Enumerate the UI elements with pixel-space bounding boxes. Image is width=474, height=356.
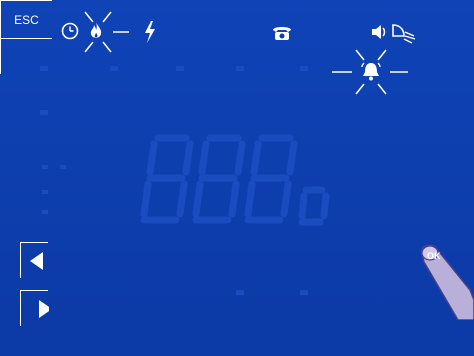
lamp-icon bbox=[392, 24, 416, 44]
lcd-screen: ESC OK bbox=[0, 0, 474, 356]
ok-label: OK bbox=[427, 251, 441, 261]
phone-icon bbox=[273, 27, 291, 40]
clock-icon bbox=[61, 22, 79, 40]
left-arrow-button[interactable] bbox=[20, 242, 48, 278]
flame-icon bbox=[90, 22, 102, 38]
right-arrow-button[interactable] bbox=[20, 290, 52, 326]
lightning-icon bbox=[145, 21, 155, 43]
arrow-right-icon bbox=[39, 300, 52, 318]
bell-icon bbox=[361, 62, 381, 81]
arrow-left-icon bbox=[30, 252, 43, 270]
speaker-icon bbox=[372, 25, 386, 39]
